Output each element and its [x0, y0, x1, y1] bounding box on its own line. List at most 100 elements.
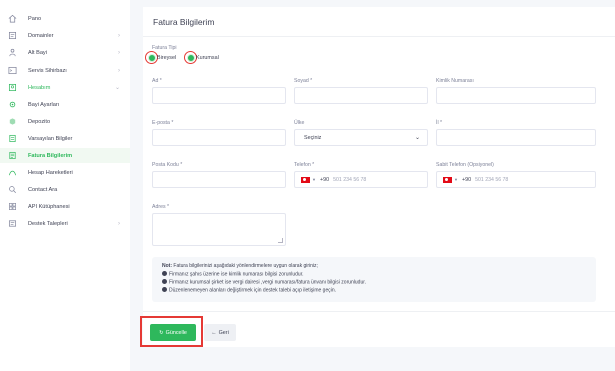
chevron-right-icon: › — [118, 49, 120, 56]
chevron-down-icon: ⌄ — [114, 85, 120, 91]
sidebar-item-label: Domainler — [28, 32, 54, 39]
zip-label: Posta Kodu * — [152, 162, 183, 168]
id-number-label: Kimlik Numarası — [436, 78, 474, 84]
sidebar-item-label: Contact Ara — [28, 186, 58, 193]
note-title: Not: — [162, 263, 172, 269]
turkey-flag-icon[interactable] — [443, 176, 452, 183]
note-line-2-text: Firmanız kurumsal şirket ise vergi daire… — [169, 279, 367, 286]
id-number-input[interactable] — [436, 87, 596, 104]
info-icon — [162, 287, 167, 292]
back-button[interactable]: ← Geri — [204, 324, 236, 341]
note-line-2: Firmanız kurumsal şirket ise vergi daire… — [162, 279, 366, 286]
country-select[interactable]: Seçiniz ⌄ — [294, 129, 428, 146]
sidebar-item-label: API Kütüphanesi — [28, 203, 70, 210]
email-input[interactable] — [152, 129, 286, 146]
domain-icon — [8, 31, 17, 40]
radio-checked-icon — [187, 54, 195, 62]
radio-individual[interactable]: Bireysel — [148, 54, 176, 62]
chevron-right-icon: › — [118, 32, 120, 39]
sidebar-item-alt-bayi[interactable]: Alt Bayi › — [0, 45, 130, 60]
sidebar-item-label: Destek Talepleri — [28, 220, 68, 227]
save-button[interactable]: ↻ Güncelle — [150, 324, 196, 341]
address-textarea[interactable] — [152, 213, 286, 246]
info-icon — [162, 279, 167, 284]
note-intro-text: Fatura bilgilerinizi aşağıdaki yönlendir… — [173, 263, 318, 269]
activity-icon — [8, 168, 17, 177]
note-line-3: Düzenlenemeyen alanları değiştirmek için… — [162, 287, 336, 294]
resize-handle-icon[interactable] — [278, 238, 283, 243]
dial-code: +90 — [319, 176, 330, 183]
sidebar-item-label: Varsayılan Bilgiler — [28, 135, 73, 142]
radio-corporate[interactable]: Kurumsal — [187, 54, 219, 62]
radio-individual-label: Bireysel — [157, 55, 177, 61]
sidebar-item-api-kutuphanesi[interactable]: API Kütüphanesi — [0, 199, 130, 214]
sidebar: Pano Domainler › Alt Bayi › Servis Sihir… — [0, 0, 130, 371]
chevron-right-icon: › — [118, 220, 120, 227]
sidebar-item-depozito[interactable]: Depozito — [0, 114, 130, 129]
page-title: Fatura Bilgilerim — [153, 17, 215, 27]
sidebar-item-destek-talepleri[interactable]: Destek Talepleri › — [0, 216, 130, 231]
city-input[interactable] — [436, 129, 596, 146]
home-icon — [8, 14, 17, 23]
phone-placeholder: 501 234 56 78 — [333, 176, 367, 183]
api-icon — [8, 202, 17, 211]
landline-input[interactable]: ▼ +90 501 234 56 78 — [436, 171, 596, 188]
city-label: İl * — [436, 120, 443, 126]
caret-down-icon: ▼ — [454, 177, 458, 182]
email-label: E-posta * — [152, 120, 174, 126]
radio-corporate-label: Kurumsal — [196, 55, 219, 61]
default-info-icon — [8, 134, 17, 143]
info-icon — [162, 271, 167, 276]
card-header: Fatura Bilgilerim — [143, 7, 615, 37]
sidebar-item-bayi-ayarlari[interactable]: Bayi Ayarları — [0, 97, 130, 112]
save-button-label: Güncelle — [165, 329, 187, 336]
invoice-type-label: Fatura Tipi — [152, 45, 177, 51]
name-input[interactable] — [152, 87, 286, 104]
refresh-icon: ↻ — [159, 329, 164, 336]
account-icon — [8, 83, 17, 92]
sidebar-item-hesap-hareketleri[interactable]: Hesap Hareketleri — [0, 165, 130, 180]
sidebar-item-hesabim[interactable]: Hesabım ⌄ — [0, 80, 130, 95]
sidebar-item-varsayilan-bilgiler[interactable]: Varsayılan Bilgiler — [0, 131, 130, 146]
sidebar-item-pano[interactable]: Pano — [0, 11, 130, 26]
zip-input[interactable] — [152, 171, 286, 188]
landline-label: Sabit Telefon (Opsiyonel) — [436, 162, 494, 168]
arrow-left-icon: ← — [211, 329, 217, 336]
card-footer-divider — [143, 311, 615, 312]
turkey-flag-icon[interactable] — [301, 176, 310, 183]
dial-code: +90 — [461, 176, 472, 183]
sidebar-item-label: Alt Bayi — [28, 49, 47, 56]
sidebar-item-servis-sihirbazi[interactable]: Servis Sihirbazı › — [0, 63, 130, 78]
sidebar-item-contact-ara[interactable]: Contact Ara — [0, 182, 130, 197]
caret-down-icon: ▼ — [312, 177, 316, 182]
sidebar-item-label: Servis Sihirbazı — [28, 67, 67, 74]
address-label: Adres * — [152, 204, 170, 210]
note-line-1: Firmanız şahıs üzerine ise kimlik numara… — [162, 271, 304, 278]
note-line-1-text: Firmanız şahıs üzerine ise kimlik numara… — [169, 271, 304, 278]
terminal-icon — [8, 66, 17, 75]
sidebar-item-domainler[interactable]: Domainler › — [0, 28, 130, 43]
support-icon — [8, 219, 17, 228]
sidebar-item-label: Fatura Bilgilerim — [28, 152, 73, 159]
users-icon — [8, 48, 17, 57]
chevron-down-icon: ⌄ — [414, 135, 420, 141]
back-button-label: Geri — [218, 329, 229, 336]
settings-icon — [8, 100, 17, 109]
sidebar-item-label: Bayi Ayarları — [28, 101, 60, 108]
sidebar-item-label: Hesap Hareketleri — [28, 169, 73, 176]
note-intro: Not: Fatura bilgilerinizi aşağıdaki yönl… — [162, 263, 318, 269]
info-note: Not: Fatura bilgilerinizi aşağıdaki yönl… — [152, 257, 596, 302]
search-icon — [8, 185, 17, 194]
surname-label: Soyad * — [294, 78, 313, 84]
deposit-icon — [8, 117, 17, 126]
note-line-3-text: Düzenlenemeyen alanları değiştirmek için… — [169, 287, 337, 294]
radio-checked-icon — [148, 54, 156, 62]
sidebar-item-fatura-bilgilerim[interactable]: Fatura Bilgilerim — [0, 148, 130, 163]
country-select-value: Seçiniz — [304, 134, 322, 141]
sidebar-item-label: Hesabım — [28, 84, 51, 91]
surname-input[interactable] — [294, 87, 428, 104]
name-label: Ad * — [152, 78, 162, 84]
phone-label: Telefon * — [294, 162, 315, 168]
chevron-right-icon: › — [118, 67, 120, 74]
phone-input[interactable]: ▼ +90 501 234 56 78 — [294, 171, 428, 188]
